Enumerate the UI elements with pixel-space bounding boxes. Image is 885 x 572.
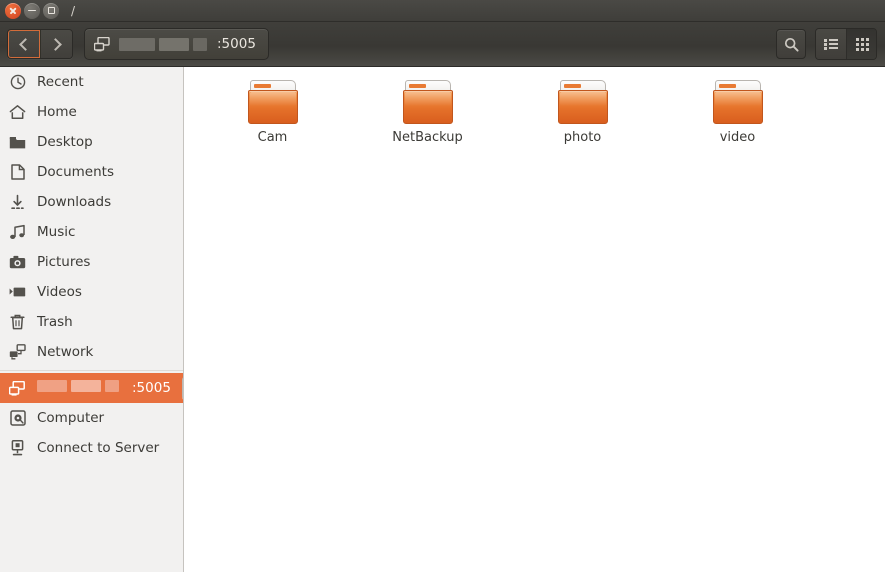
- eject-icon: [182, 383, 183, 393]
- file-name-label: NetBackup: [392, 130, 463, 145]
- sidebar-item-label: Recent: [37, 74, 84, 90]
- sidebar-item-label: Connect to Server: [37, 440, 160, 456]
- mount-port-label: :5005: [132, 380, 171, 396]
- toolbar: :5005: [0, 22, 885, 67]
- sidebar-separator: [0, 370, 183, 371]
- search-button[interactable]: [776, 29, 806, 59]
- sidebar: Recent Home Desktop Documents Downloads: [0, 67, 184, 572]
- path-button-server[interactable]: :5005: [84, 28, 269, 60]
- sidebar-item-videos[interactable]: Videos: [0, 277, 183, 307]
- file-manager-window: / :5005 Recent Home Desktop Documents Do…: [0, 0, 885, 572]
- folder-icon: [712, 80, 763, 124]
- path-host-redacted: [119, 37, 207, 51]
- file-name-label: video: [719, 130, 756, 145]
- window-title: /: [71, 3, 76, 18]
- server-icon: [9, 380, 26, 397]
- sidebar-item-label: Music: [37, 224, 76, 240]
- sidebar-item-pictures[interactable]: Pictures: [0, 247, 183, 277]
- sidebar-item-label: Pictures: [37, 254, 91, 270]
- file-item[interactable]: Cam: [195, 77, 350, 155]
- sidebar-item-downloads[interactable]: Downloads: [0, 187, 183, 217]
- path-port-label: :5005: [217, 36, 256, 52]
- back-button[interactable]: [8, 30, 40, 58]
- file-item[interactable]: photo: [505, 77, 660, 155]
- navigation-buttons: [7, 29, 73, 59]
- file-name-label: photo: [563, 130, 602, 145]
- sidebar-item-label: Documents: [37, 164, 114, 180]
- chevron-left-icon: [19, 37, 32, 51]
- sidebar-item-computer[interactable]: Computer: [0, 403, 183, 433]
- sidebar-item-label: Home: [37, 104, 77, 120]
- sidebar-item-recent[interactable]: Recent: [0, 67, 183, 97]
- sidebar-item-label: Desktop: [37, 134, 93, 150]
- file-list-area[interactable]: Cam NetBackup photo video: [185, 67, 885, 572]
- sidebar-item-mounted-server[interactable]: :5005: [0, 373, 183, 403]
- sidebar-item-label: Trash: [37, 314, 73, 330]
- list-view-button[interactable]: [816, 29, 846, 59]
- maximize-button[interactable]: [43, 2, 59, 19]
- grid-view-icon: [855, 38, 869, 51]
- sidebar-item-music[interactable]: Music: [0, 217, 183, 247]
- folder-icon: [247, 80, 298, 124]
- folder-icon: [9, 134, 26, 151]
- trash-icon: [9, 314, 26, 331]
- chevron-right-icon: [48, 37, 62, 51]
- folder-icon: [402, 80, 453, 124]
- download-icon: [9, 194, 26, 211]
- file-item[interactable]: video: [660, 77, 815, 155]
- sidebar-item-connect-to-server[interactable]: Connect to Server: [0, 433, 183, 463]
- document-icon: [9, 164, 26, 181]
- forward-button[interactable]: [40, 30, 72, 58]
- view-mode-group: [815, 28, 877, 60]
- icon-grid: Cam NetBackup photo video: [185, 67, 885, 155]
- clock-icon: [9, 74, 26, 91]
- sidebar-item-label: Videos: [37, 284, 82, 300]
- search-icon: [784, 37, 799, 52]
- close-button[interactable]: [5, 2, 21, 19]
- minimize-button[interactable]: [24, 2, 40, 19]
- computer-icon: [9, 410, 26, 427]
- folder-icon: [557, 80, 608, 124]
- sidebar-item-network[interactable]: Network: [0, 337, 183, 367]
- grid-view-button[interactable]: [846, 29, 876, 59]
- file-name-label: Cam: [257, 130, 288, 145]
- sidebar-item-label: Computer: [37, 410, 105, 426]
- sidebar-item-documents[interactable]: Documents: [0, 157, 183, 187]
- title-bar: /: [0, 0, 885, 22]
- toolbar-actions: [776, 28, 877, 60]
- sidebar-item-trash[interactable]: Trash: [0, 307, 183, 337]
- eject-button[interactable]: [181, 376, 183, 400]
- sidebar-item-desktop[interactable]: Desktop: [0, 127, 183, 157]
- server-icon: [94, 36, 110, 51]
- list-view-icon: [824, 38, 838, 50]
- home-icon: [9, 104, 26, 121]
- window-controls: [0, 2, 59, 19]
- mount-host-redacted: [37, 380, 119, 396]
- sidebar-item-label: Downloads: [37, 194, 112, 210]
- connect-server-icon: [9, 440, 26, 457]
- network-icon: [9, 344, 26, 361]
- file-item[interactable]: NetBackup: [350, 77, 505, 155]
- music-icon: [9, 224, 26, 241]
- sidebar-item-label: Network: [37, 344, 94, 360]
- camera-icon: [9, 254, 26, 271]
- video-icon: [9, 284, 26, 301]
- sidebar-item-home[interactable]: Home: [0, 97, 183, 127]
